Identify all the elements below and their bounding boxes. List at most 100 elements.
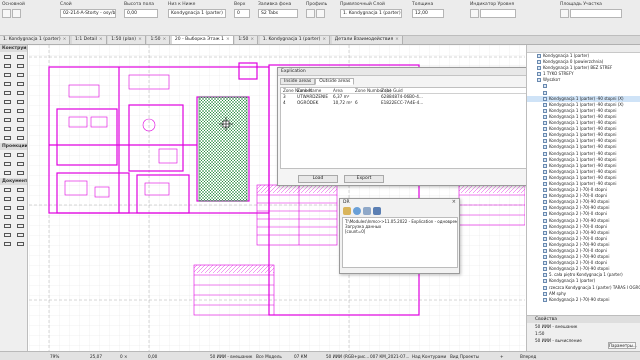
column-header[interactable]: Area bbox=[333, 88, 355, 93]
arrow-tool-icon[interactable] bbox=[2, 9, 11, 18]
close-icon[interactable]: × bbox=[99, 37, 103, 42]
offset-field[interactable]: 0,00 bbox=[148, 352, 157, 360]
viewpoint-tool-button[interactable] bbox=[1, 169, 13, 177]
design-tool-button[interactable] bbox=[14, 125, 26, 133]
design-tool-button[interactable] bbox=[14, 107, 26, 115]
bottom-story-select[interactable]: Kondygnacja 1 (parter) bbox=[168, 9, 226, 18]
viewpoint-tool-button[interactable] bbox=[14, 160, 26, 168]
column-header[interactable]: Zone Guid bbox=[381, 88, 441, 93]
close-icon[interactable]: × bbox=[322, 37, 326, 42]
layer-select[interactable]: 02-214-A-Storty - osy/balkony bbox=[60, 9, 116, 18]
scale-select[interactable]: 50 ИИИ - внешаник bbox=[210, 352, 252, 360]
document-tool-button[interactable] bbox=[14, 204, 26, 212]
document-tool-button[interactable] bbox=[14, 240, 26, 248]
tab-detail[interactable]: 1:1 Detail × bbox=[71, 36, 107, 44]
design-tool-button[interactable] bbox=[1, 71, 13, 79]
document-tool-button[interactable] bbox=[1, 231, 13, 239]
angle-field[interactable]: 0 × bbox=[120, 352, 128, 360]
navigator-item[interactable]: Kondygnacja 2 (-70)-90 stopni bbox=[527, 297, 640, 303]
design-tool-button[interactable] bbox=[14, 89, 26, 97]
profile-icon[interactable] bbox=[306, 9, 315, 18]
design-tool-button[interactable] bbox=[14, 134, 26, 142]
plus-icon[interactable]: + bbox=[500, 352, 504, 360]
design-tool-button[interactable] bbox=[1, 116, 13, 124]
design-tool-button[interactable] bbox=[1, 80, 13, 88]
tab-plan-1-50[interactable]: 1:50 (plan) × bbox=[108, 36, 146, 44]
viewpoint-tool-button[interactable] bbox=[14, 151, 26, 159]
design-tool-button[interactable] bbox=[14, 116, 26, 124]
level-indicator-field[interactable] bbox=[480, 9, 516, 18]
thickness-field[interactable]: 12,00 bbox=[412, 9, 444, 18]
profile-icon[interactable] bbox=[316, 9, 325, 18]
document-tool-button[interactable] bbox=[14, 195, 26, 203]
tab-selection-story-1[interactable]: 20 - Выборка Этаж 1 × bbox=[171, 36, 234, 44]
rotation-field[interactable]: 25,07 bbox=[90, 352, 102, 360]
site-area-icon[interactable] bbox=[560, 9, 569, 18]
close-icon[interactable]: × bbox=[163, 37, 167, 42]
close-icon[interactable]: × bbox=[138, 37, 142, 42]
document-tool-button[interactable] bbox=[1, 213, 13, 221]
document-tool-button[interactable] bbox=[14, 222, 26, 230]
site-area-field[interactable] bbox=[570, 9, 622, 18]
design-tool-button[interactable] bbox=[14, 98, 26, 106]
dr-output-text[interactable]: T:\Modules\Inmo>>11.05.2022 - Explicatio… bbox=[342, 217, 458, 268]
ref-story-select[interactable]: 1. Kondygnacja 1 (parter) bbox=[340, 9, 402, 18]
column-header[interactable]: Zone Number (b) bbox=[355, 88, 391, 93]
export-button[interactable]: Export bbox=[344, 175, 384, 183]
design-tool-button[interactable] bbox=[1, 89, 13, 97]
tab-inside-areas[interactable]: Inside areas bbox=[280, 78, 316, 85]
viewpoint-tool-button[interactable] bbox=[1, 160, 13, 168]
design-tool-button[interactable] bbox=[1, 107, 13, 115]
column-header[interactable]: Zone Name bbox=[297, 88, 333, 93]
column-header[interactable]: Zone Number bbox=[281, 88, 312, 93]
floor-height-field[interactable]: 0,00 bbox=[124, 9, 158, 18]
design-tool-button[interactable] bbox=[14, 71, 26, 79]
navigator-item[interactable]: rzeczca Kondygnacja 1 (parter) TARAS I O… bbox=[527, 285, 640, 291]
load-button[interactable]: Load bbox=[298, 175, 338, 183]
design-tool-button[interactable] bbox=[14, 62, 26, 70]
document-tool-button[interactable] bbox=[1, 186, 13, 194]
settings-icon[interactable] bbox=[363, 207, 371, 215]
fill-select[interactable]: S2 Tabs bbox=[258, 9, 298, 18]
level-indicator-icon[interactable] bbox=[470, 9, 479, 18]
design-tool-button[interactable] bbox=[14, 53, 26, 61]
tab-1-50-b[interactable]: 1:50 × bbox=[235, 36, 259, 44]
design-tool-button[interactable] bbox=[1, 125, 13, 133]
pen-set-select[interactable]: 50 ИИИ (RGB+рис... bbox=[326, 352, 369, 360]
document-tool-button[interactable] bbox=[14, 186, 26, 194]
close-icon[interactable]: × bbox=[452, 199, 456, 206]
tab-1-50[interactable]: 1:50 × bbox=[147, 36, 171, 44]
layer-combo-select[interactable]: 07 КМ bbox=[294, 352, 307, 360]
viewpoint-tool-button[interactable] bbox=[14, 169, 26, 177]
design-tool-button[interactable] bbox=[1, 62, 13, 70]
document-tool-button[interactable] bbox=[1, 204, 13, 212]
document-tool-button[interactable] bbox=[1, 240, 13, 248]
zoom-level[interactable]: 79% bbox=[50, 352, 59, 360]
settings-button[interactable]: Параметры... bbox=[608, 342, 637, 349]
structure-select[interactable]: Над Контурами bbox=[412, 352, 446, 360]
tab-interaction-details[interactable]: Детали Взаимодействия × bbox=[331, 36, 403, 44]
properties-row[interactable]: 50 ИИИ - внешаник bbox=[527, 323, 640, 330]
design-tool-button[interactable] bbox=[14, 80, 26, 88]
tab-story-1-b[interactable]: 1. Kondygnacja 1 (parter) × bbox=[259, 36, 331, 44]
display-select[interactable]: 007 КМ_2021-07... bbox=[370, 352, 410, 360]
model-select[interactable]: Все Модель bbox=[256, 352, 282, 360]
document-tool-button[interactable] bbox=[1, 222, 13, 230]
tab-story-1[interactable]: 1. Kondygnacja 1 (parter) × bbox=[0, 36, 71, 44]
refresh-icon[interactable] bbox=[353, 207, 361, 215]
document-tool-button[interactable] bbox=[14, 231, 26, 239]
close-icon[interactable]: × bbox=[250, 37, 254, 42]
design-tool-button[interactable] bbox=[1, 53, 13, 61]
close-icon[interactable]: × bbox=[395, 37, 399, 42]
properties-row[interactable]: 1:50 bbox=[527, 330, 640, 337]
design-tool-button[interactable] bbox=[1, 134, 13, 142]
close-icon[interactable]: × bbox=[63, 37, 67, 42]
design-tool-button[interactable] bbox=[1, 98, 13, 106]
tab-outside-areas[interactable]: Outside areas bbox=[315, 78, 355, 85]
marquee-tool-icon[interactable] bbox=[12, 9, 21, 18]
close-icon[interactable]: × bbox=[226, 37, 230, 42]
edit-icon[interactable] bbox=[373, 207, 381, 215]
document-tool-button[interactable] bbox=[14, 213, 26, 221]
top-field[interactable]: 0 bbox=[234, 9, 250, 18]
folder-icon[interactable] bbox=[343, 207, 351, 215]
